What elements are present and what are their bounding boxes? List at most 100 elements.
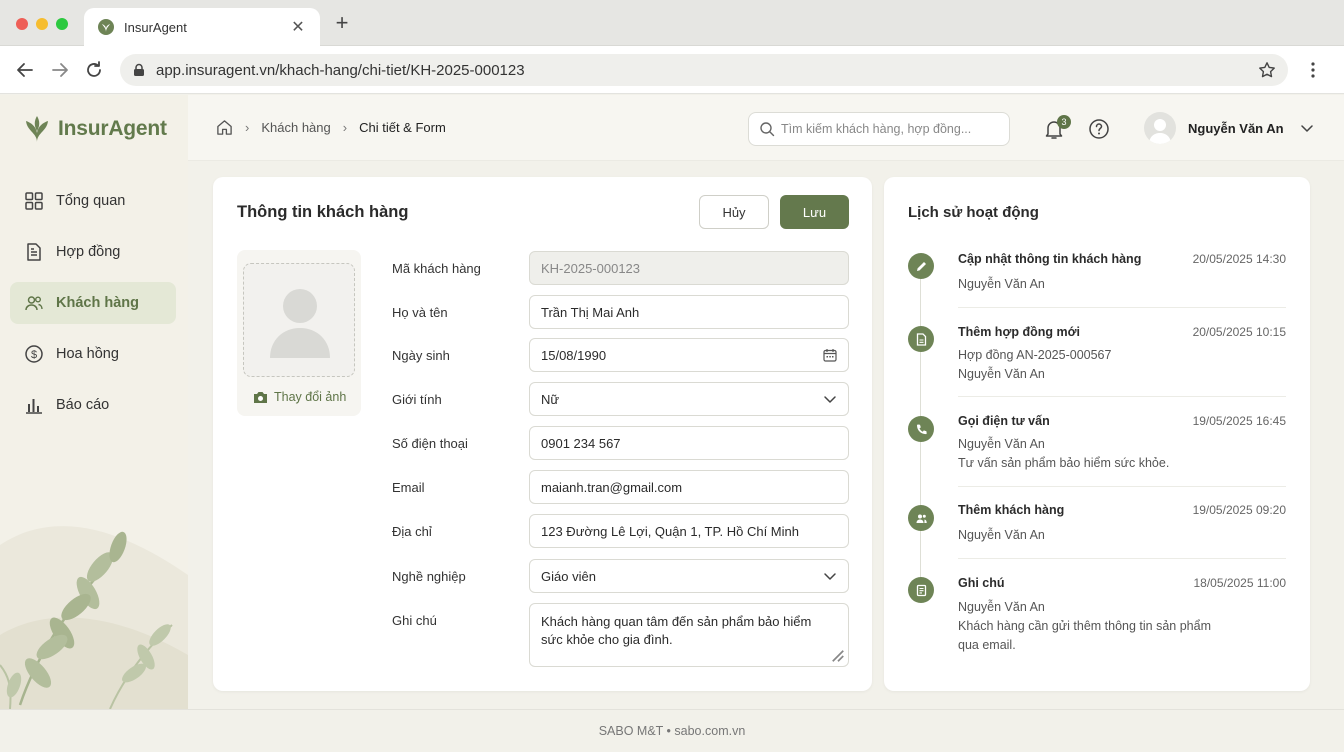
- phone-field[interactable]: 0901 234 567: [529, 426, 849, 460]
- breadcrumb-current: Chi tiết & Form: [359, 120, 446, 135]
- notification-badge: 3: [1057, 115, 1071, 129]
- activity-item-title: Cập nhật thông tin khách hàng: [958, 252, 1142, 266]
- document-icon: [916, 332, 926, 346]
- home-icon[interactable]: [216, 119, 233, 136]
- activity-item-time: 19/05/2025 09:20: [1192, 503, 1286, 517]
- activity-item-time: 20/05/2025 14:30: [1192, 252, 1286, 266]
- breadcrumb-separator-icon: ›: [342, 120, 348, 135]
- sidebar: InsurAgent Tổng quan Hợp đồng Khách hàng…: [0, 95, 188, 709]
- activity-item-title: Gọi điện tư vấn: [958, 414, 1050, 428]
- customer-info-card: Thông tin khách hàng Hủy Lưu Thay đổi ản…: [213, 177, 872, 691]
- forward-arrow-icon[interactable]: [49, 59, 71, 81]
- tab-title: InsurAgent: [124, 19, 187, 35]
- label-email: Email: [392, 480, 425, 495]
- users-icon: [25, 296, 43, 311]
- activity-item-line: Tư vấn sản phẩm bảo hiểm sức khỏe.: [958, 456, 1170, 470]
- sidebar-item-hoa-hong[interactable]: $ Hoa hồng: [10, 333, 176, 375]
- insuragent-favicon-icon: [98, 19, 114, 35]
- top-bar: › Khách hàng › Chi tiết & Form 3 Nguyễn …: [188, 95, 1344, 161]
- activity-divider: [958, 307, 1286, 308]
- label-so-dien-thoai: Số điện thoại: [392, 436, 468, 451]
- activity-dot: [908, 416, 934, 442]
- sidebar-item-label: Khách hàng: [56, 295, 139, 311]
- sidebar-item-khach-hang[interactable]: Khách hàng: [10, 282, 176, 324]
- back-arrow-icon[interactable]: [14, 59, 36, 81]
- browser-tab[interactable]: InsurAgent ✕: [84, 8, 320, 46]
- label-ngay-sinh: Ngày sinh: [392, 348, 450, 363]
- activity-item-title: Ghi chú: [958, 576, 1005, 590]
- bar-chart-icon: [26, 399, 42, 414]
- label-dia-chi: Địa chỉ: [392, 524, 432, 539]
- user-name: Nguyễn Văn An: [1188, 120, 1284, 136]
- dashboard-icon: [25, 192, 43, 210]
- photo-placeholder[interactable]: [243, 263, 355, 377]
- activity-dot: [908, 505, 934, 531]
- activity-divider: [958, 396, 1286, 397]
- note-icon: [916, 584, 926, 596]
- activity-item-line: Nguyễn Văn An: [958, 437, 1045, 451]
- save-button[interactable]: Lưu: [780, 195, 849, 229]
- tab-close-icon[interactable]: ✕: [290, 17, 306, 37]
- activity-item-line: Khách hàng cần gửi thêm thông tin sản ph…: [958, 619, 1211, 633]
- occupation-select[interactable]: Giáo viên: [529, 559, 849, 593]
- sidebar-item-hop-dong[interactable]: Hợp đồng: [10, 231, 176, 273]
- app-name: InsurAgent: [58, 117, 167, 140]
- address-field[interactable]: 123 Đường Lê Lợi, Quận 1, TP. Hồ Chí Min…: [529, 514, 849, 548]
- user-menu[interactable]: Nguyễn Văn An: [1144, 112, 1314, 144]
- page-footer: SABO M&T • sabo.com.vn: [0, 709, 1344, 752]
- dollar-circle-icon: $: [25, 345, 43, 363]
- notes-textarea[interactable]: Khách hàng quan tâm đến sản phẩm bảo hiể…: [529, 603, 849, 667]
- document-icon: [27, 243, 41, 261]
- label-gioi-tinh: Giới tính: [392, 392, 442, 407]
- email-field[interactable]: maianh.tran@gmail.com: [529, 470, 849, 504]
- chevron-down-icon[interactable]: [1300, 121, 1314, 135]
- kebab-menu-icon[interactable]: [1306, 60, 1320, 80]
- change-photo-button[interactable]: Thay đổi ảnh: [253, 390, 346, 404]
- window-minimize-button[interactable]: [36, 18, 48, 30]
- cancel-button[interactable]: Hủy: [699, 195, 769, 229]
- sidebar-item-label: Hoa hồng: [56, 346, 119, 362]
- window-close-button[interactable]: [16, 18, 28, 30]
- photo-upload-panel: Thay đổi ảnh: [237, 250, 361, 416]
- sidebar-item-label: Hợp đồng: [56, 244, 121, 260]
- sidebar-item-bao-cao[interactable]: Báo cáo: [10, 384, 176, 426]
- breadcrumb-khach-hang[interactable]: Khách hàng: [261, 120, 330, 135]
- activity-item-time: 20/05/2025 10:15: [1192, 325, 1286, 339]
- notes-line: sức khỏe cho gia đình.: [541, 632, 673, 647]
- reload-icon[interactable]: [83, 59, 105, 81]
- activity-title: Lịch sử hoạt động: [908, 204, 1039, 221]
- activity-item-line: Nguyễn Văn An: [958, 367, 1045, 381]
- activity-divider: [958, 486, 1286, 487]
- help-icon[interactable]: [1088, 118, 1110, 140]
- activity-item-line: Nguyễn Văn An: [958, 600, 1045, 614]
- search-input[interactable]: [781, 122, 1001, 136]
- form-title: Thông tin khách hàng: [237, 203, 409, 221]
- sidebar-item-label: Báo cáo: [56, 397, 110, 413]
- breadcrumb: › Khách hàng › Chi tiết & Form: [216, 119, 446, 136]
- activity-dot: [908, 253, 934, 279]
- search-box[interactable]: [748, 112, 1010, 146]
- chevron-down-icon: [824, 396, 836, 403]
- user-silhouette-icon: [270, 289, 330, 358]
- leaves-illustration: [0, 526, 188, 709]
- label-nghe-nghiep: Nghề nghiệp: [392, 569, 466, 584]
- activity-item-title: Thêm hợp đồng mới: [958, 325, 1080, 339]
- gender-select[interactable]: Nữ: [529, 382, 849, 416]
- sidebar-item-tong-quan[interactable]: Tổng quan: [10, 180, 176, 222]
- birthdate-field[interactable]: 15/08/1990: [529, 338, 849, 372]
- browser-address-bar: app.insuragent.vn/khach-hang/chi-tiet/KH…: [0, 46, 1344, 94]
- phone-icon: [916, 424, 927, 434]
- activity-history-card: Lịch sử hoạt động Cập nhật thông tin khá…: [884, 177, 1310, 691]
- window-maximize-button[interactable]: [56, 18, 68, 30]
- svg-text:$: $: [31, 349, 37, 361]
- bookmark-star-icon[interactable]: [1258, 61, 1276, 79]
- calendar-icon[interactable]: [823, 348, 837, 362]
- new-tab-plus-icon[interactable]: +: [332, 12, 352, 34]
- url-bar[interactable]: app.insuragent.vn/khach-hang/chi-tiet/KH…: [120, 54, 1288, 86]
- activity-item-line: Nguyễn Văn An: [958, 528, 1045, 542]
- resize-handle-icon[interactable]: [831, 649, 845, 663]
- pencil-icon: [916, 261, 926, 271]
- full-name-field[interactable]: Trần Thị Mai Anh: [529, 295, 849, 329]
- activity-item-line: Hợp đồng AN-2025-000567: [958, 348, 1112, 362]
- app-logo[interactable]: InsurAgent: [24, 115, 167, 143]
